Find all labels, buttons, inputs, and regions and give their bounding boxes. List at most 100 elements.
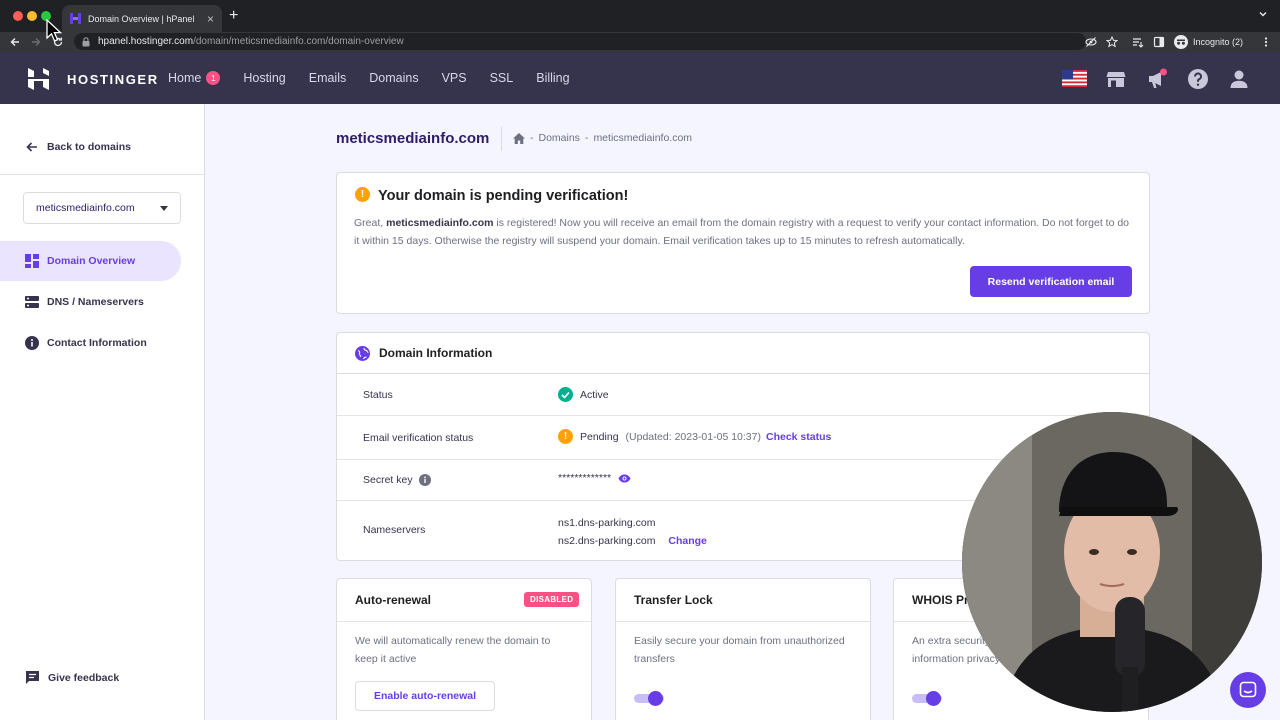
sidebar-item-label: DNS / Nameservers (47, 296, 144, 308)
announcement-icon[interactable] (1146, 68, 1168, 90)
enable-auto-renewal-button[interactable]: Enable auto-renewal (355, 681, 495, 711)
auto-renewal-title: Auto-renewal (355, 593, 432, 607)
lock-icon (82, 36, 90, 47)
status-text: Active (580, 388, 609, 401)
resend-verification-button[interactable]: Resend verification email (970, 266, 1132, 297)
chevron-down-icon[interactable] (1258, 9, 1268, 19)
status-label: Status (363, 389, 393, 401)
back-arrow-icon[interactable] (9, 36, 21, 48)
nameservers-label: Nameservers (363, 524, 426, 536)
whois-privacy-toggle[interactable] (912, 691, 942, 706)
breadcrumb-separator: - (530, 132, 534, 144)
status-row: Status Active (337, 374, 1149, 416)
secret-key-masked: ************* (558, 472, 612, 484)
hostinger-logo-icon (28, 68, 49, 90)
eye-icon[interactable] (618, 474, 631, 483)
transfer-lock-toggle[interactable] (634, 691, 664, 706)
notification-badge: 1 (206, 71, 221, 85)
server-icon (25, 295, 39, 309)
browser-tab[interactable]: Domain Overview | hPanel × (62, 5, 222, 32)
globe-icon (355, 345, 370, 361)
domain-information-title: Domain Information (379, 346, 493, 360)
check-circle-icon (558, 387, 573, 402)
nav-domains[interactable]: Domains (369, 71, 418, 85)
chat-icon (1239, 681, 1257, 699)
sidebar-item-label: Contact Information (47, 337, 147, 349)
auto-renewal-text: We will automatically renew the domain t… (355, 635, 551, 665)
incognito-icon (1174, 35, 1188, 49)
domain-information-header: Domain Information (337, 333, 1149, 374)
star-icon[interactable] (1106, 36, 1118, 48)
info-icon[interactable] (418, 474, 431, 486)
close-window-button[interactable] (13, 11, 23, 21)
sidebar-item-dns-nameservers[interactable]: DNS / Nameservers (0, 282, 181, 322)
email-verification-updated: (Updated: 2023-01-05 10:37) (625, 430, 761, 443)
email-verification-value: ! Pending (Updated: 2023-01-05 10:37) Ch… (558, 429, 831, 444)
feedback-label: Give feedback (48, 671, 120, 684)
status-badge: DISABLED (524, 592, 580, 607)
transfer-lock-text: Easily secure your domain from unauthori… (634, 635, 845, 665)
back-to-domains-link[interactable]: Back to domains (25, 140, 131, 154)
main-nav: Home 1 Hosting Emails Domains VPS SSL Bil… (168, 52, 570, 104)
give-feedback-link[interactable]: Give feedback (25, 670, 119, 685)
url-path: /domain/meticsmediainfo.com/domain-overv… (193, 36, 404, 47)
nameservers-value: ns1.dns-parking.com ns2.dns-parking.com … (558, 515, 707, 550)
verification-card: ! Your domain is pending verification! G… (336, 172, 1150, 314)
close-tab-icon[interactable]: × (207, 13, 214, 25)
secret-key-label-text: Secret key (363, 474, 413, 486)
caret-down-icon (160, 205, 168, 211)
hostinger-logo[interactable]: HOSTINGER (28, 68, 159, 90)
title-separator (501, 127, 502, 151)
home-icon[interactable] (513, 132, 525, 144)
sidebar-item-contact-information[interactable]: Contact Information (0, 323, 181, 363)
nameserver-2: ns2.dns-parking.com Change (558, 533, 707, 551)
reading-list-icon[interactable] (1132, 36, 1144, 48)
nav-ssl[interactable]: SSL (490, 71, 514, 85)
sidebar-item-label: Domain Overview (47, 255, 136, 267)
nav-vps[interactable]: VPS (442, 71, 467, 85)
nav-home[interactable]: Home 1 (168, 71, 221, 85)
profile-button[interactable]: Incognito (2) (1174, 33, 1243, 51)
url-host: hpanel.hostinger.com (98, 36, 194, 47)
nav-billing[interactable]: Billing (536, 71, 569, 85)
chat-button[interactable] (1230, 672, 1266, 708)
domain-select-value: meticsmediainfo.com (36, 202, 135, 214)
eye-off-icon[interactable] (1085, 36, 1097, 48)
side-panel-icon[interactable] (1153, 36, 1165, 48)
breadcrumb-current: meticsmediainfo.com (593, 132, 693, 144)
secret-key-value: ************* (558, 472, 631, 484)
nav-home-label: Home (168, 71, 202, 85)
breadcrumb-domains[interactable]: Domains (539, 132, 580, 144)
forward-arrow-icon[interactable] (30, 36, 42, 48)
nav-hosting[interactable]: Hosting (243, 71, 285, 85)
info-icon (25, 336, 39, 350)
sidebar-item-domain-overview[interactable]: Domain Overview (0, 241, 181, 281)
email-verification-status: Pending (580, 430, 619, 443)
help-icon[interactable] (1187, 68, 1209, 90)
check-status-link[interactable]: Check status (766, 431, 831, 443)
card-divider (616, 621, 870, 622)
verification-text: Great, meticsmediainfo.com is registered… (354, 217, 1130, 247)
nav-emails[interactable]: Emails (309, 71, 347, 85)
browser-toolbar: hpanel.hostinger.com/domain/meticsmediai… (0, 32, 1280, 52)
more-menu-icon[interactable] (1260, 36, 1272, 48)
store-icon[interactable] (1105, 68, 1127, 90)
favicon-icon (70, 13, 81, 24)
nameserver-2-text: ns2.dns-parking.com (558, 534, 656, 547)
change-nameservers-link[interactable]: Change (668, 535, 707, 547)
mouse-cursor-icon (46, 19, 63, 42)
secret-key-label: Secret key (363, 474, 431, 486)
browser-tab-bar: Domain Overview | hPanel × + (0, 0, 1280, 32)
arrow-left-icon (25, 140, 39, 154)
status-value: Active (558, 387, 609, 402)
presenter-webcam (962, 412, 1262, 712)
minimize-window-button[interactable] (27, 11, 37, 21)
new-tab-button[interactable]: + (229, 7, 238, 25)
sidebar: Back to domains meticsmediainfo.com Doma… (0, 104, 205, 720)
domain-select[interactable]: meticsmediainfo.com (23, 192, 181, 224)
whois-privacy-title: WHOIS Pri (912, 593, 973, 607)
warning-icon: ! (558, 429, 573, 444)
address-bar[interactable]: hpanel.hostinger.com/domain/meticsmediai… (74, 33, 1086, 50)
account-icon[interactable] (1228, 68, 1250, 90)
us-flag-icon[interactable] (1062, 70, 1087, 92)
